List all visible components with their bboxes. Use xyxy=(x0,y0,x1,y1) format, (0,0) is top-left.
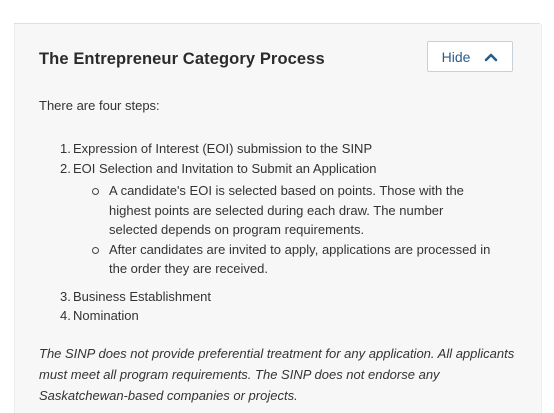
sub-list: A candidate's EOI is selected based on p… xyxy=(73,181,493,279)
sub-item-text: A candidate's EOI is selected based on p… xyxy=(109,183,464,237)
step-number: 4. xyxy=(60,308,71,323)
steps-list: 1. Expression of Interest (EOI) submissi… xyxy=(39,139,493,326)
list-item: 2. EOI Selection and Invitation to Submi… xyxy=(39,159,493,279)
bullet-icon xyxy=(92,246,99,254)
list-item: 1. Expression of Interest (EOI) submissi… xyxy=(39,139,493,159)
accordion-panel: The Entrepreneur Category Process Hide T… xyxy=(14,24,542,413)
disclaimer-note: The SINP does not provide preferential t… xyxy=(39,346,515,403)
intro-text: There are four steps: xyxy=(39,98,160,113)
step-number: 3. xyxy=(60,288,71,304)
step-text: Business Establishment xyxy=(73,288,212,304)
step-text: EOI Selection and Invitation to Submit a… xyxy=(73,160,377,176)
chevron-up-icon xyxy=(485,53,498,61)
list-item: 3. Business Establishment xyxy=(39,287,493,307)
step-number: 1. xyxy=(60,141,71,156)
step-text: Expression of Interest (EOI) submission … xyxy=(73,141,373,156)
bullet-icon xyxy=(92,188,99,195)
sub-item-text: After candidates are invited to apply, a… xyxy=(109,241,491,277)
section-title: The Entrepreneur Category Process xyxy=(39,50,325,68)
hide-button[interactable]: Hide xyxy=(427,41,513,72)
step-number: 2. xyxy=(60,160,71,176)
hide-button-label: Hide xyxy=(441,48,471,65)
step-text: Nomination xyxy=(73,308,139,323)
sub-list-item: After candidates are invited to apply, a… xyxy=(73,240,493,279)
list-item: 4. Nomination xyxy=(39,306,493,326)
sub-list-item: A candidate's EOI is selected based on p… xyxy=(73,181,493,240)
